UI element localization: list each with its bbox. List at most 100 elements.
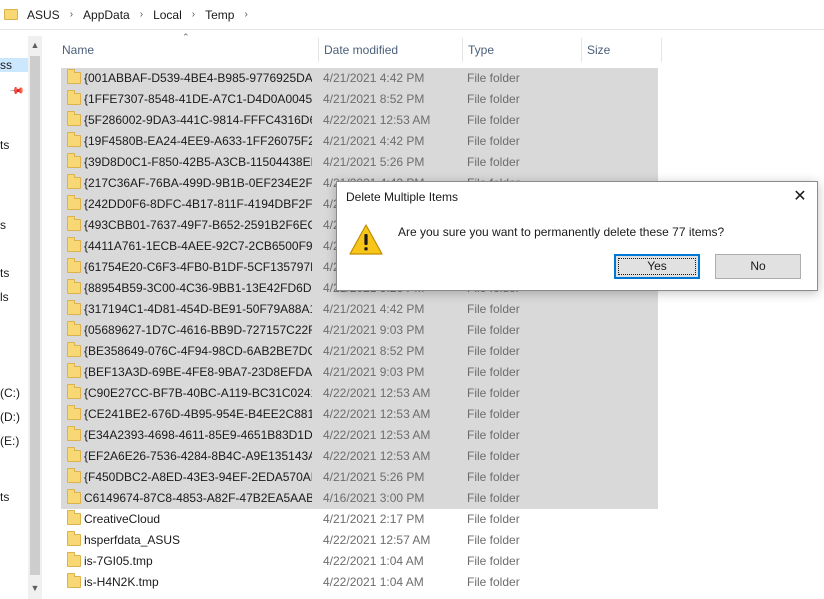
no-button[interactable]: No [715,254,801,279]
chevron-right-icon[interactable]: › [140,9,143,20]
file-name: {BEF13A3D-69BE-4FE8-9BA7-23D8EFDA4... [84,365,312,379]
column-header-type[interactable]: Type [462,36,581,64]
file-row[interactable]: hsperfdata_ASUS 4/22/2021 12:57 AM File fo… [61,530,658,551]
nav-item-pictures[interactable]: s [0,218,6,232]
folder-icon [67,573,81,588]
dialog-titlebar[interactable]: Delete Multiple Items ✕ [337,182,817,212]
file-name: is-7GI05.tmp [84,554,153,568]
breadcrumb-temp[interactable]: Temp [203,8,236,22]
file-name: is-H4N2K.tmp [84,575,159,589]
breadcrumb-local[interactable]: Local [151,8,184,22]
file-row[interactable]: {1FFE7307-8548-41DE-A7C1-D4D0A0045... 4/2… [61,89,658,110]
column-divider[interactable] [661,38,662,62]
file-type: File folder [467,323,520,337]
file-date-modified: 4/21/2021 4:42 PM [323,71,425,85]
folder-icon [67,468,81,483]
nav-item-objects[interactable]: ts [0,266,9,280]
file-date-modified: 4/16/2021 3:00 PM [323,491,425,505]
pin-icon[interactable]: 📌 [8,83,25,100]
file-row[interactable]: {317194C1-4D81-454D-BE91-50F79A88A1... 4/… [61,299,658,320]
file-row[interactable]: {E34A2393-4698-4611-85E9-4651B83D1D... 4/… [61,425,658,446]
file-row[interactable]: CreativeCloud 4/21/2021 2:17 PM File folde… [61,509,658,530]
nav-item-drive-e[interactable]: (E:) [0,434,19,448]
file-date-modified: 4/21/2021 8:52 PM [323,92,425,106]
chevron-right-icon[interactable]: › [70,9,73,20]
file-name: {39D8D0C1-F850-42B5-A3CB-11504438EB... [84,155,312,169]
column-header-row: ⌃ Name Date modified Type Size [56,32,662,64]
file-name: {217C36AF-76BA-499D-9B1B-0EF234E2FE... [84,176,312,190]
column-header-name[interactable]: Name [56,36,318,64]
nav-scrollbar[interactable]: ▲ ▼ [28,36,42,599]
file-row[interactable]: {05689627-1D7C-4616-BB9D-727157C22F... 4/… [61,320,658,341]
folder-icon [67,90,81,105]
file-name: {001ABBAF-D539-4BE4-B985-9776925DA... [84,71,312,85]
file-row[interactable]: {5F286002-9DA3-441C-9814-FFFC4316D6... 4/… [61,110,658,131]
scrollbar-thumb[interactable] [30,56,40,575]
dialog-title: Delete Multiple Items [346,190,459,204]
nav-item-downloads[interactable]: ls [0,290,9,304]
nav-item-quick-access[interactable]: ss [0,58,28,72]
nav-item-drive-d[interactable]: (D:) [0,410,20,424]
file-name: {C90E27CC-BF7B-40BC-A119-BC31C0241... [84,386,312,400]
scroll-up-icon[interactable]: ▲ [28,40,42,50]
file-row[interactable]: {C90E27CC-BF7B-40BC-A119-BC31C0241... 4/2… [61,383,658,404]
file-type: File folder [467,71,520,85]
file-type: File folder [467,512,520,526]
yes-button[interactable]: Yes [614,254,700,279]
file-row[interactable]: is-7GI05.tmp 4/22/2021 1:04 AM File folder [61,551,658,572]
file-row[interactable]: {F450DBC2-A8ED-43E3-94EF-2EDA570AE... 4/2… [61,467,658,488]
file-date-modified: 4/21/2021 8:52 PM [323,344,425,358]
file-date-modified: 4/21/2021 4:42 PM [323,134,425,148]
file-row[interactable]: {001ABBAF-D539-4BE4-B985-9776925DA... 4/2… [61,68,658,89]
file-date-modified: 4/22/2021 1:04 AM [323,554,424,568]
folder-icon [67,342,81,357]
file-name: {CE241BE2-676D-4B95-954E-B4EE2C8817... [84,407,312,421]
nav-item-network[interactable]: ts [0,490,9,504]
file-type: File folder [467,407,520,421]
file-type: File folder [467,491,520,505]
file-date-modified: 4/21/2021 2:17 PM [323,512,425,526]
file-type: File folder [467,575,520,589]
file-name: {F450DBC2-A8ED-43E3-94EF-2EDA570AE... [84,470,312,484]
folder-icon [67,195,81,210]
folder-icon [67,132,81,147]
file-type: File folder [467,134,520,148]
folder-icon [67,552,81,567]
close-icon[interactable]: ✕ [783,182,817,212]
file-row[interactable]: {19F4580B-EA24-4EE9-A633-1FF26075F246} 4/… [61,131,658,152]
nav-item-drive-c[interactable]: (C:) [0,386,20,400]
file-row[interactable]: {BEF13A3D-69BE-4FE8-9BA7-23D8EFDA4... 4/2… [61,362,658,383]
navigation-pane: ss 📌 ts s ts ls (C:) (D:) (E:) ts [0,31,28,599]
file-date-modified: 4/22/2021 12:53 AM [323,407,431,421]
column-header-size[interactable]: Size [581,36,661,64]
file-row[interactable]: {EF2A6E26-7536-4284-8B4C-A9E135143A... 4/… [61,446,658,467]
breadcrumb-asus[interactable]: ASUS [25,8,62,22]
nav-item-documents[interactable]: ts [0,138,9,152]
file-type: File folder [467,428,520,442]
file-date-modified: 4/22/2021 1:04 AM [323,575,424,589]
folder-icon [67,531,81,546]
folder-icon [67,447,81,462]
file-row[interactable]: is-H4N2K.tmp 4/22/2021 1:04 AM File folder [61,572,658,593]
file-row[interactable]: {BE358649-076C-4F94-98CD-6AB2BE7DC... 4/2… [61,341,658,362]
column-header-date-modified[interactable]: Date modified [318,36,462,64]
file-name: {E34A2393-4698-4611-85E9-4651B83D1D... [84,428,312,442]
chevron-right-icon[interactable]: › [192,9,195,20]
file-date-modified: 4/22/2021 12:53 AM [323,449,431,463]
folder-icon [67,405,81,420]
no-button-label: No [750,259,766,273]
folder-icon [67,426,81,441]
file-row[interactable]: {CE241BE2-676D-4B95-954E-B4EE2C8817... 4/… [61,404,658,425]
folder-icon [67,69,81,84]
file-row[interactable]: C6149674-87C8-4853-A82F-47B2EA5AAB38 4/16… [61,488,658,509]
scroll-down-icon[interactable]: ▼ [28,583,42,593]
focus-rectangle [618,258,696,275]
file-type: File folder [467,155,520,169]
address-bar[interactable]: ASUS › AppData › Local › Temp › [0,0,824,30]
file-type: File folder [467,554,520,568]
chevron-right-icon[interactable]: › [244,9,247,20]
breadcrumb-appdata[interactable]: AppData [81,8,132,22]
warning-icon [349,224,383,255]
file-row[interactable]: {39D8D0C1-F850-42B5-A3CB-11504438EB... 4/… [61,152,658,173]
file-type: File folder [467,302,520,316]
